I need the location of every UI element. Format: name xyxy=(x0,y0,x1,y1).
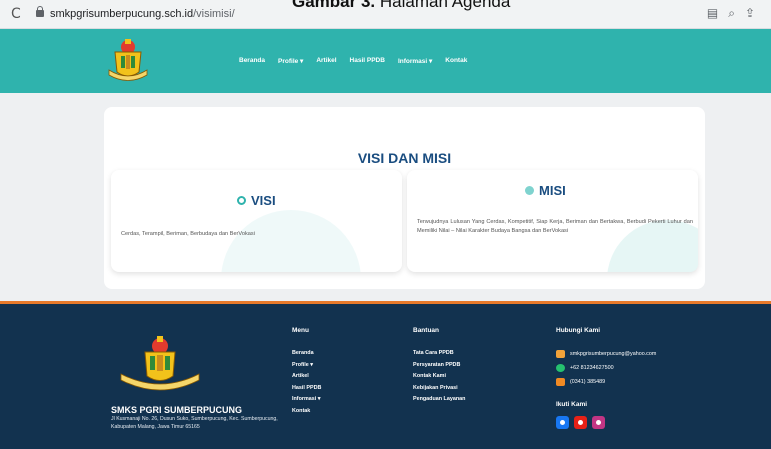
footer-school-logo xyxy=(120,336,200,391)
visi-heading: VISI xyxy=(237,193,276,208)
footer-link-pengaduan[interactable]: Pengaduan Layanan xyxy=(413,396,465,402)
youtube-icon[interactable] xyxy=(574,416,587,429)
caption-text: Halaman Agenda xyxy=(379,0,511,11)
nav-kontak[interactable]: Kontak xyxy=(445,57,467,65)
footer-bantuan-heading: Bantuan xyxy=(413,327,439,334)
misi-card: MISI Terwujudnya Lulusan Yang Cerdas, Ko… xyxy=(407,170,698,272)
share-icon[interactable]: ⇪ xyxy=(745,6,765,20)
translate-icon[interactable]: ▤ xyxy=(707,6,728,20)
target-icon xyxy=(237,196,246,205)
nav-artikel[interactable]: Artikel xyxy=(316,57,336,65)
site-footer: SMKS PGRI SUMBERPUCUNG Jl Kusmanaji No. … xyxy=(0,301,771,449)
bulb-icon xyxy=(525,186,534,195)
footer-follow-heading: Ikuti Kami xyxy=(556,401,588,408)
reload-icon[interactable]: C xyxy=(11,6,21,22)
visi-card: VISI Cerdas, Terampil, Beriman, Berbuday… xyxy=(111,170,402,272)
footer-address: Jl Kusmanaji No. 26, Dusun Suko, Sumberp… xyxy=(111,416,278,430)
footer-link-beranda[interactable]: Beranda xyxy=(292,350,321,356)
footer-link-hasil-ppdb[interactable]: Hasil PPDB xyxy=(292,385,321,391)
footer-link-informasi[interactable]: Informasi ▾ xyxy=(292,396,321,402)
visi-misi-panel: VISI DAN MISI VISI Cerdas, Terampil, Ber… xyxy=(104,107,705,289)
misi-text: Terwujudnya Lulusan Yang Cerdas, Kompeti… xyxy=(417,219,693,234)
footer-school-name: SMKS PGRI SUMBERPUCUNG xyxy=(111,405,243,415)
figure-caption: Gambar 3. Halaman Agenda xyxy=(292,0,510,12)
contact-email-text: smkpgrisumberpucung@yahoo.com xyxy=(570,351,657,357)
caption-number: Gambar 3. xyxy=(292,0,376,11)
site-navbar: Beranda Profile ▾ Artikel Hasil PPDB Inf… xyxy=(0,29,771,93)
nav-informasi[interactable]: Informasi ▾ xyxy=(398,57,432,65)
url-host: smkpgrisumberpucung.sch.id xyxy=(50,8,194,20)
lock-icon xyxy=(36,6,44,17)
phone-icon xyxy=(556,378,565,386)
nav-beranda[interactable]: Beranda xyxy=(239,57,265,65)
facebook-icon[interactable] xyxy=(556,416,569,429)
social-links xyxy=(556,416,605,429)
footer-contact-heading: Hubungi Kami xyxy=(556,327,601,334)
footer-link-kontak-kami[interactable]: Kontak Kami xyxy=(413,373,465,379)
main-content: VISI DAN MISI VISI Cerdas, Terampil, Ber… xyxy=(0,93,771,301)
school-logo[interactable] xyxy=(106,36,150,84)
contact-email[interactable]: smkpgrisumberpucung@yahoo.com xyxy=(556,350,656,358)
footer-bantuan-column: Bantuan Tata Cara PPDB Persyaratan PPDB … xyxy=(413,327,465,408)
nav-hasil-ppdb[interactable]: Hasil PPDB xyxy=(350,57,385,65)
url-path: /visimisi/ xyxy=(193,8,235,20)
whatsapp-icon xyxy=(556,364,565,372)
footer-link-kontak[interactable]: Kontak xyxy=(292,408,321,414)
footer-menu-column: Menu Beranda Profile ▾ Artikel Hasil PPD… xyxy=(292,327,321,419)
footer-contact-column: Hubungi Kami smkpgrisumberpucung@yahoo.c… xyxy=(556,327,656,392)
instagram-icon[interactable] xyxy=(592,416,605,429)
misi-heading: MISI xyxy=(525,183,566,198)
contact-phone-text: (0341) 385489 xyxy=(570,379,606,385)
footer-link-kebijakan[interactable]: Kebijakan Privasi xyxy=(413,385,465,391)
page-title: VISI DAN MISI xyxy=(357,150,452,166)
browser-tools: ▤⌕⇪ xyxy=(707,6,765,21)
footer-link-artikel[interactable]: Artikel xyxy=(292,373,321,379)
email-icon xyxy=(556,350,565,358)
zoom-icon[interactable]: ⌕ xyxy=(728,6,745,20)
misi-heading-text: MISI xyxy=(539,183,566,198)
contact-whatsapp-text: +62 81234627500 xyxy=(570,365,614,371)
footer-link-persyaratan[interactable]: Persyaratan PPDB xyxy=(413,362,465,368)
contact-whatsapp[interactable]: +62 81234627500 xyxy=(556,364,656,372)
visi-text: Cerdas, Terampil, Beriman, Berbudaya dan… xyxy=(121,231,255,237)
contact-phone[interactable]: (0341) 385489 xyxy=(556,378,656,386)
nav-menu: Beranda Profile ▾ Artikel Hasil PPDB Inf… xyxy=(239,57,467,65)
footer-link-profile[interactable]: Profile ▾ xyxy=(292,362,321,368)
nav-profile[interactable]: Profile ▾ xyxy=(278,57,303,65)
visi-heading-text: VISI xyxy=(251,193,276,208)
card-decoration xyxy=(221,210,361,272)
footer-menu-heading: Menu xyxy=(292,327,309,334)
footer-link-tata-cara[interactable]: Tata Cara PPDB xyxy=(413,350,465,356)
